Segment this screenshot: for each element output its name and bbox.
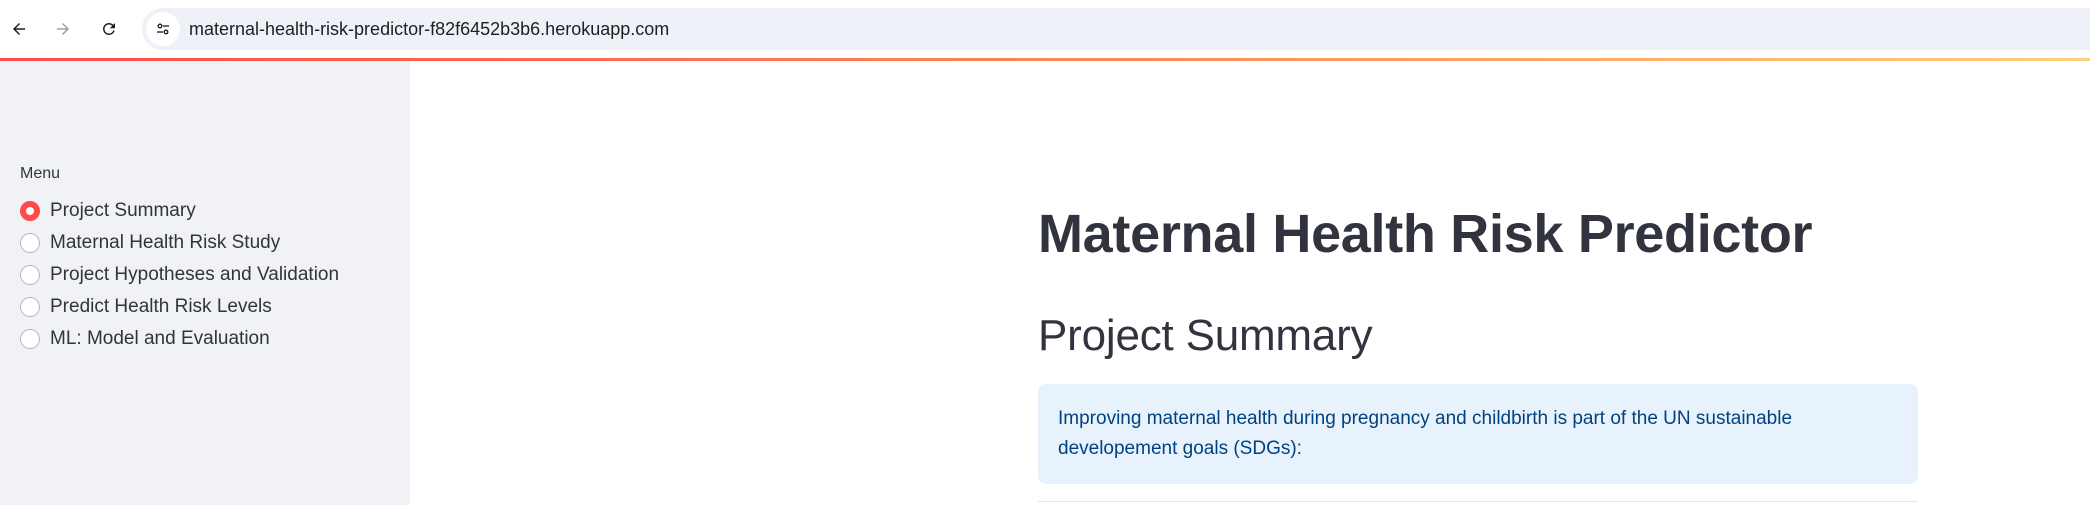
back-button[interactable] [4, 14, 34, 44]
radio-unselected-icon[interactable] [20, 297, 40, 317]
radio-unselected-icon[interactable] [20, 265, 40, 285]
menu-item-project-hypotheses[interactable]: Project Hypotheses and Validation [20, 259, 339, 291]
site-info-button[interactable] [146, 12, 180, 46]
section-title: Project Summary [1038, 311, 1373, 360]
menu-item-label: Project Summary [50, 200, 196, 221]
browser-toolbar: maternal-health-risk-predictor-f82f6452b… [0, 0, 2090, 58]
radio-selected-icon[interactable] [20, 201, 40, 221]
address-bar[interactable]: maternal-health-risk-predictor-f82f6452b… [142, 8, 2090, 50]
page-title: Maternal Health Risk Predictor [1038, 204, 1813, 264]
arrow-left-icon [13, 23, 25, 35]
menu-radio-group: Project Summary Maternal Health Risk Stu… [20, 195, 339, 355]
sidebar: Menu Project Summary Maternal Health Ris… [0, 61, 410, 505]
reload-button[interactable] [94, 14, 124, 44]
radio-unselected-icon[interactable] [20, 233, 40, 253]
menu-item-predict-health-risk-levels[interactable]: Predict Health Risk Levels [20, 291, 339, 323]
menu-item-ml-model-evaluation[interactable]: ML: Model and Evaluation [20, 323, 339, 355]
menu-item-label: Project Hypotheses and Validation [50, 264, 340, 285]
menu-item-label: Maternal Health Risk Study [50, 232, 281, 253]
reload-icon [102, 22, 115, 35]
content-divider [1038, 501, 1918, 502]
menu-item-project-summary[interactable]: Project Summary [20, 195, 339, 227]
forward-button[interactable] [48, 14, 78, 44]
menu-item-maternal-health-risk-study[interactable]: Maternal Health Risk Study [20, 227, 339, 259]
tune-icon [157, 23, 169, 35]
url-text[interactable]: maternal-health-risk-predictor-f82f6452b… [189, 19, 669, 40]
arrow-right-icon [57, 23, 69, 35]
radio-unselected-icon[interactable] [20, 329, 40, 349]
menu-item-label: ML: Model and Evaluation [50, 328, 270, 349]
info-alert: Improving maternal health during pregnan… [1038, 384, 1918, 484]
info-alert-text: Improving maternal health during pregnan… [1058, 408, 1793, 459]
menu-item-label: Predict Health Risk Levels [50, 296, 272, 317]
main-content: Maternal Health Risk Predictor Project S… [410, 61, 2090, 505]
menu-label: Menu [20, 165, 61, 182]
